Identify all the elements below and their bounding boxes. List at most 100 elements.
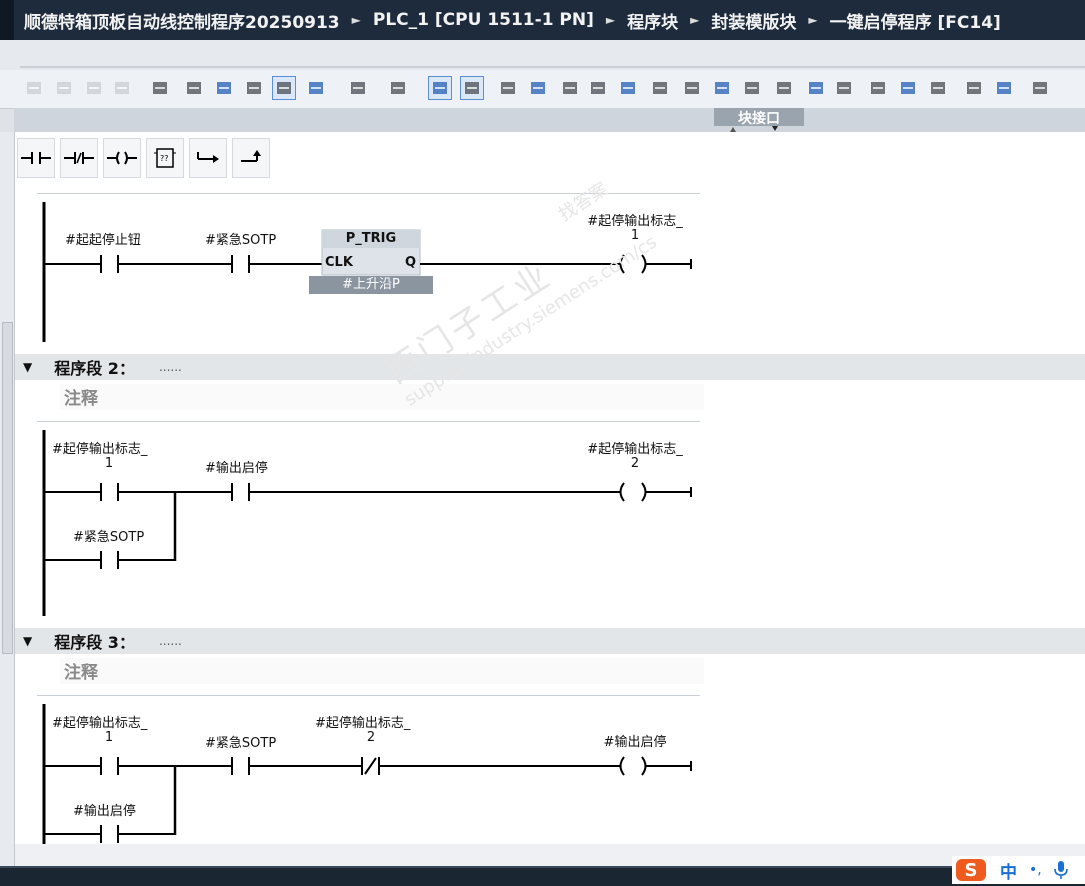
show-tag-info-icon[interactable] xyxy=(428,76,452,100)
search-icon[interactable] xyxy=(962,76,986,100)
parallel-contact-label[interactable]: #输出启停 xyxy=(73,800,136,819)
absolute-operand-icon[interactable] xyxy=(148,76,172,100)
ptrig-q-pin: Q xyxy=(405,255,417,270)
coil-label-index: 1 xyxy=(630,228,640,243)
open-branch-icon[interactable] xyxy=(189,138,227,178)
database-icon[interactable] xyxy=(1028,76,1052,100)
breadcrumb-program-blocks[interactable]: 程序块 xyxy=(627,8,678,33)
status-bar xyxy=(0,866,1085,886)
contact-label-index: 2 xyxy=(366,730,376,745)
network-separator xyxy=(37,421,700,422)
block-interface-band: 块接口 xyxy=(14,108,1085,132)
ime-punctuation[interactable]: •, xyxy=(1029,862,1042,878)
ladder-editor[interactable]: #起起停止钮 #紧急SOTP P_TRIG CLK Q #上升沿P #起停输出标… xyxy=(15,182,1085,844)
contact-label[interactable]: #起停输出标志_ xyxy=(52,712,147,731)
display-tags-icon[interactable] xyxy=(386,76,410,100)
network-title: 程序段 2： xyxy=(54,359,135,378)
breadcrumb-separator-icon: ► xyxy=(690,13,700,27)
network-title-dots[interactable]: ...... xyxy=(159,634,182,648)
expand-networks-icon[interactable] xyxy=(304,76,328,100)
splitter-arrows-icon[interactable] xyxy=(724,126,792,132)
coil-label[interactable]: #起停输出标志_ xyxy=(575,438,695,457)
split-icon[interactable] xyxy=(832,76,856,100)
network-comments-icon[interactable] xyxy=(242,76,266,100)
network-2-header[interactable]: ▼ 程序段 2： ...... xyxy=(15,354,1085,380)
breadcrumb-plc[interactable]: PLC_1 [CPU 1511-1 PN] xyxy=(373,10,594,30)
go-to-next-error-icon[interactable] xyxy=(526,76,550,100)
ptrig-instance[interactable]: #上升沿P xyxy=(309,276,433,294)
jump-back-icon[interactable] xyxy=(680,76,704,100)
coil-label-index: 2 xyxy=(630,456,640,471)
collapse-triangle-icon[interactable]: ▼ xyxy=(23,634,32,648)
coil-label[interactable]: #输出启停 xyxy=(575,731,695,750)
navigation-icon[interactable] xyxy=(182,76,206,100)
append-row-icon[interactable] xyxy=(110,76,134,100)
contact-label-index: 1 xyxy=(104,730,114,745)
sogou-logo-icon[interactable]: S xyxy=(956,859,986,881)
indent-increase-icon[interactable] xyxy=(710,76,734,100)
favorites-icon[interactable] xyxy=(212,76,236,100)
editor-toolbar xyxy=(0,70,1085,109)
breadcrumb-project[interactable]: 顺德特箱顶板自动线控制程序20250913 xyxy=(24,8,340,33)
goto-icon[interactable] xyxy=(772,76,796,100)
insert-row-icon[interactable] xyxy=(82,76,106,100)
go-to-previous-error-icon[interactable] xyxy=(496,76,520,100)
network-separator xyxy=(37,193,700,194)
block-title-bar xyxy=(0,40,1085,71)
normally-open-contact-icon[interactable] xyxy=(17,138,55,178)
insert-network-icon[interactable] xyxy=(22,76,46,100)
parallel-contact-label[interactable]: #紧急SOTP xyxy=(73,526,144,545)
list-icon[interactable] xyxy=(804,76,828,100)
favorites-star-icon[interactable] xyxy=(460,76,484,100)
coil-label[interactable]: #起停输出标志_ xyxy=(575,210,695,229)
network-title: 程序段 3： xyxy=(54,633,135,652)
breadcrumb-block[interactable]: 一键启停程序 [FC14] xyxy=(830,8,1001,33)
contact-label[interactable]: #起停输出标志_ xyxy=(52,438,147,457)
network-title-dots[interactable]: ...... xyxy=(159,360,182,374)
contact-label-index: 1 xyxy=(104,456,114,471)
coil-icon[interactable] xyxy=(103,138,141,178)
bookmark-icon[interactable] xyxy=(866,76,890,100)
comment-icon[interactable] xyxy=(272,76,296,100)
contact-label[interactable]: #起起停止钮 xyxy=(65,229,141,248)
collapse-triangle-icon[interactable]: ▼ xyxy=(23,360,32,374)
ime-mode[interactable]: 中 xyxy=(1000,858,1017,883)
ptrig-box-title[interactable]: P_TRIG xyxy=(322,230,420,248)
breadcrumb-separator-icon: ► xyxy=(605,13,616,27)
breadcrumb-separator-icon: ► xyxy=(808,13,818,27)
network-comment[interactable]: 注释 xyxy=(60,384,704,410)
watch-glasses-icon[interactable] xyxy=(992,76,1016,100)
update-calls-icon[interactable] xyxy=(558,76,582,100)
update-block-icon[interactable] xyxy=(586,76,610,100)
ladder-element-palette: ?? xyxy=(15,136,275,180)
title-bar: 顺德特箱顶板自动线控制程序20250913 ► PLC_1 [CPU 1511-… xyxy=(0,0,1085,40)
contact-label[interactable]: #紧急SOTP xyxy=(205,732,276,751)
left-gutter xyxy=(0,132,15,872)
title-left-strip xyxy=(0,0,14,40)
delete-network-icon[interactable] xyxy=(52,76,76,100)
microphone-icon[interactable] xyxy=(1053,860,1068,880)
network-3-header[interactable]: ▼ 程序段 3： ...... xyxy=(15,628,1085,654)
indent-decrease-icon[interactable] xyxy=(740,76,764,100)
close-branch-icon[interactable] xyxy=(232,138,270,178)
block-interface-toggle[interactable]: 块接口 xyxy=(714,108,804,127)
compare-icon[interactable] xyxy=(616,76,640,100)
monitor-icon[interactable] xyxy=(648,76,672,100)
network-separator xyxy=(37,695,700,696)
previous-bookmark-icon[interactable] xyxy=(896,76,920,100)
contact-label[interactable]: #紧急SOTP xyxy=(205,229,276,248)
collapse-networks-icon[interactable] xyxy=(346,76,370,100)
network-comment[interactable]: 注释 xyxy=(60,658,704,684)
horizontal-scrollbar[interactable] xyxy=(15,844,1085,866)
contact-label[interactable]: #起停输出标志_ xyxy=(315,712,410,731)
ptrig-clk-pin: CLK xyxy=(325,255,353,270)
empty-box-icon[interactable]: ?? xyxy=(146,138,184,178)
contact-label[interactable]: #输出启停 xyxy=(205,457,268,476)
svg-text:??: ?? xyxy=(160,154,169,163)
breadcrumb-separator-icon: ► xyxy=(351,13,361,27)
ime-toolbar[interactable]: S 中 •, xyxy=(952,856,1085,884)
vertical-scroll-thumb[interactable] xyxy=(2,322,13,654)
next-bookmark-icon[interactable] xyxy=(926,76,950,100)
normally-closed-contact-icon[interactable] xyxy=(60,138,98,178)
breadcrumb-template-blocks[interactable]: 封装模版块 xyxy=(711,8,796,33)
